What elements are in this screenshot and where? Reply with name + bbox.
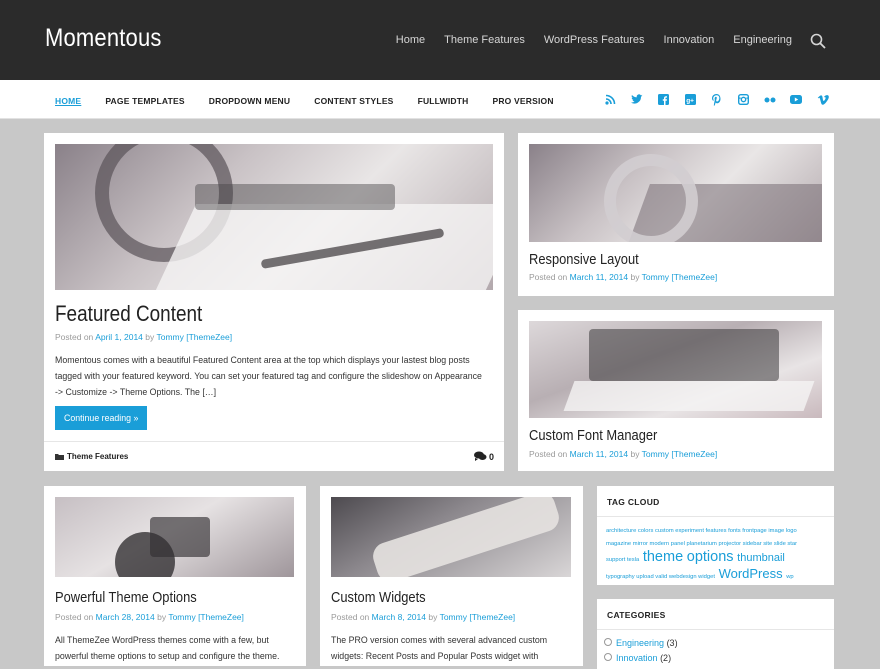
tag-link[interactable]: typography upload valid webdesign widget [606,574,715,580]
top-nav-theme-features[interactable]: Theme Features [444,34,525,46]
post-author-link[interactable]: Tommy [ThemeZee] [168,612,244,622]
comment-count[interactable]: 0 [489,452,494,462]
continue-reading-button[interactable]: Continue reading » [55,406,148,430]
featured-post-image[interactable] [55,144,493,290]
nav-page-templates[interactable]: PAGE TEMPLATES [105,96,184,106]
folder-icon [55,454,64,460]
side-post-card: Responsive Layout Posted on March 11, 20… [518,133,834,296]
post-title[interactable]: Powerful Theme Options [55,589,197,606]
posted-on-label: Posted on [529,449,568,459]
twitter-icon[interactable] [631,93,644,106]
nav-fullwidth[interactable]: FULLWIDTH [418,96,469,106]
category-list: Engineering (3) Innovation (2) [604,638,678,668]
post-title[interactable]: Responsive Layout [529,251,639,268]
category-item: Engineering (3) [604,638,678,648]
posted-on-label: Posted on [55,612,94,622]
side-post-image[interactable] [529,144,822,242]
category-label[interactable]: Theme Features [67,452,128,461]
rss-icon[interactable] [604,93,617,106]
side-post-card: Custom Font Manager Posted on March 11, … [518,310,834,471]
google-plus-icon[interactable]: g+ [684,93,697,106]
post-date-link[interactable]: March 11, 2014 [570,272,628,282]
widget-divider [597,516,834,517]
by-label: by [630,272,640,282]
tag-link[interactable]: theme [643,549,683,565]
main-navigation: HOME PAGE TEMPLATES DROPDOWN MENU CONTEN… [55,96,578,106]
post-date-link[interactable]: April 1, 2014 [95,332,143,342]
by-label: by [428,612,438,622]
tag-link[interactable]: WordPress [719,566,783,581]
nav-content-styles[interactable]: CONTENT STYLES [314,96,393,106]
by-label: by [157,612,167,622]
category-count: (3) [666,638,678,648]
instagram-icon[interactable] [737,93,750,106]
top-navigation: Home Theme Features WordPress Features I… [377,34,792,46]
nav-dropdown-menu[interactable]: DROPDOWN MENU [209,96,290,106]
widget-title: TAG CLOUD [607,497,660,507]
nav-home[interactable]: HOME [55,96,81,106]
post-date-link[interactable]: March 11, 2014 [570,449,628,459]
top-nav-wordpress-features[interactable]: WordPress Features [544,34,645,46]
posted-on-label: Posted on [331,612,370,622]
post-title[interactable]: Custom Font Manager [529,427,657,444]
post-card: Custom Widgets Posted on March 8, 2014 b… [320,486,583,666]
tag-link[interactable]: options [687,549,734,565]
nav-pro-version[interactable]: PRO VERSION [492,96,553,106]
tag-link[interactable]: wp [786,574,793,580]
youtube-icon[interactable] [790,93,803,106]
category-link[interactable]: Innovation [616,653,658,663]
vimeo-icon[interactable] [816,93,829,106]
pinterest-icon[interactable] [710,93,723,106]
post-image[interactable] [331,497,571,577]
post-meta: Posted on March 11, 2014 by Tommy [Theme… [529,449,717,459]
by-label: by [630,449,640,459]
category-count: (2) [660,653,672,663]
featured-post-card: Featured Content Posted on April 1, 2014… [44,133,504,471]
post-author-link[interactable]: Tommy [ThemeZee] [440,612,516,622]
post-footer-divider [44,441,504,442]
post-excerpt: Momentous comes with a beautiful Feature… [55,355,482,397]
comments-icon [474,451,487,461]
top-nav-engineering[interactable]: Engineering [733,34,792,46]
posted-on-label: Posted on [529,272,568,282]
post-comments[interactable]: 0 [474,451,494,462]
post-author-link[interactable]: Tommy [ThemeZee] [642,272,718,282]
post-meta: Posted on March 11, 2014 by Tommy [Theme… [529,272,717,282]
top-nav-home[interactable]: Home [396,34,425,46]
category-item: Innovation (2) [604,653,678,663]
top-nav-innovation[interactable]: Innovation [664,34,715,46]
post-author-link[interactable]: Tommy [ThemeZee] [642,449,718,459]
svg-text:g+: g+ [686,97,694,104]
site-header: Momentous Home Theme Features WordPress … [0,0,880,80]
post-excerpt: All ThemeZee WordPress themes come with … [55,635,280,661]
flickr-icon[interactable] [763,93,776,106]
by-label: by [145,332,155,342]
widget-divider [597,629,834,630]
site-title[interactable]: Momentous [45,24,162,53]
post-meta: Posted on March 28, 2014 by Tommy [Theme… [55,612,244,622]
facebook-icon[interactable] [657,93,670,106]
post-date-link[interactable]: March 28, 2014 [96,612,155,622]
category-link[interactable]: Engineering [616,638,664,648]
bullet-icon [604,638,612,646]
post-meta: Posted on April 1, 2014 by Tommy [ThemeZ… [55,332,232,342]
post-title[interactable]: Featured Content [55,301,202,327]
search-icon[interactable] [810,33,826,49]
post-meta: Posted on March 8, 2014 by Tommy [ThemeZ… [331,612,515,622]
post-title[interactable]: Custom Widgets [331,589,426,606]
post-author-link[interactable]: Tommy [ThemeZee] [157,332,233,342]
post-card: Powerful Theme Options Posted on March 2… [44,486,306,666]
side-post-image[interactable] [529,321,822,418]
post-excerpt: The PRO version comes with several advan… [331,635,548,661]
post-category[interactable]: Theme Features [55,452,128,461]
tag-cloud: architecture colors custom experiment fe… [606,525,816,584]
tag-link[interactable]: thumbnail [737,552,785,564]
widget-title: CATEGORIES [607,610,666,620]
post-date-link[interactable]: March 8, 2014 [372,612,426,622]
post-image[interactable] [55,497,294,577]
social-icons: g+ [604,93,843,106]
posted-on-label: Posted on [55,332,94,342]
